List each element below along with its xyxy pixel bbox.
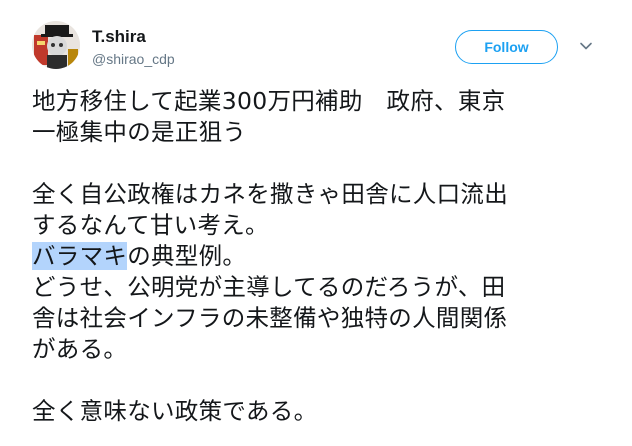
tweet-line: 地方移住して起業300万円補助 政府、東京 [32,87,506,115]
author-name[interactable]: T.shira [92,27,146,47]
tweet-line: がある。 [32,335,128,363]
tweet-line-rest: の典型例。 [127,242,247,270]
tweet-line: バラマキの典型例。 [32,241,612,272]
tweet-card: T.shira @shirao_cdp Follow 地方移住して起業300万円… [0,0,632,446]
tweet-line: 全く意味ない政策である。 [32,397,318,425]
author-handle[interactable]: @shirao_cdp [92,50,175,68]
tweet-line: するなんて甘い考え。 [32,211,269,239]
tweet-line: 一極集中の是正狙う [32,118,247,146]
tweet-line: 舎は社会インフラの未整備や独特の人間関係 [32,304,508,332]
avatar[interactable] [32,21,80,69]
chevron-down-icon[interactable] [578,38,594,54]
selected-text[interactable]: バラマキ [32,242,128,270]
follow-button[interactable]: Follow [455,30,558,64]
tweet-text: 地方移住して起業300万円補助 政府、東京 一極集中の是正狙う 全く自公政権はカ… [32,86,612,427]
tweet-line: どうせ、公明党が主導してるのだろうが、田 [32,273,506,301]
tweet-line: 全く自公政権はカネを撒きゃ田舎に人口流出 [32,180,508,208]
avatar-image [32,21,80,69]
